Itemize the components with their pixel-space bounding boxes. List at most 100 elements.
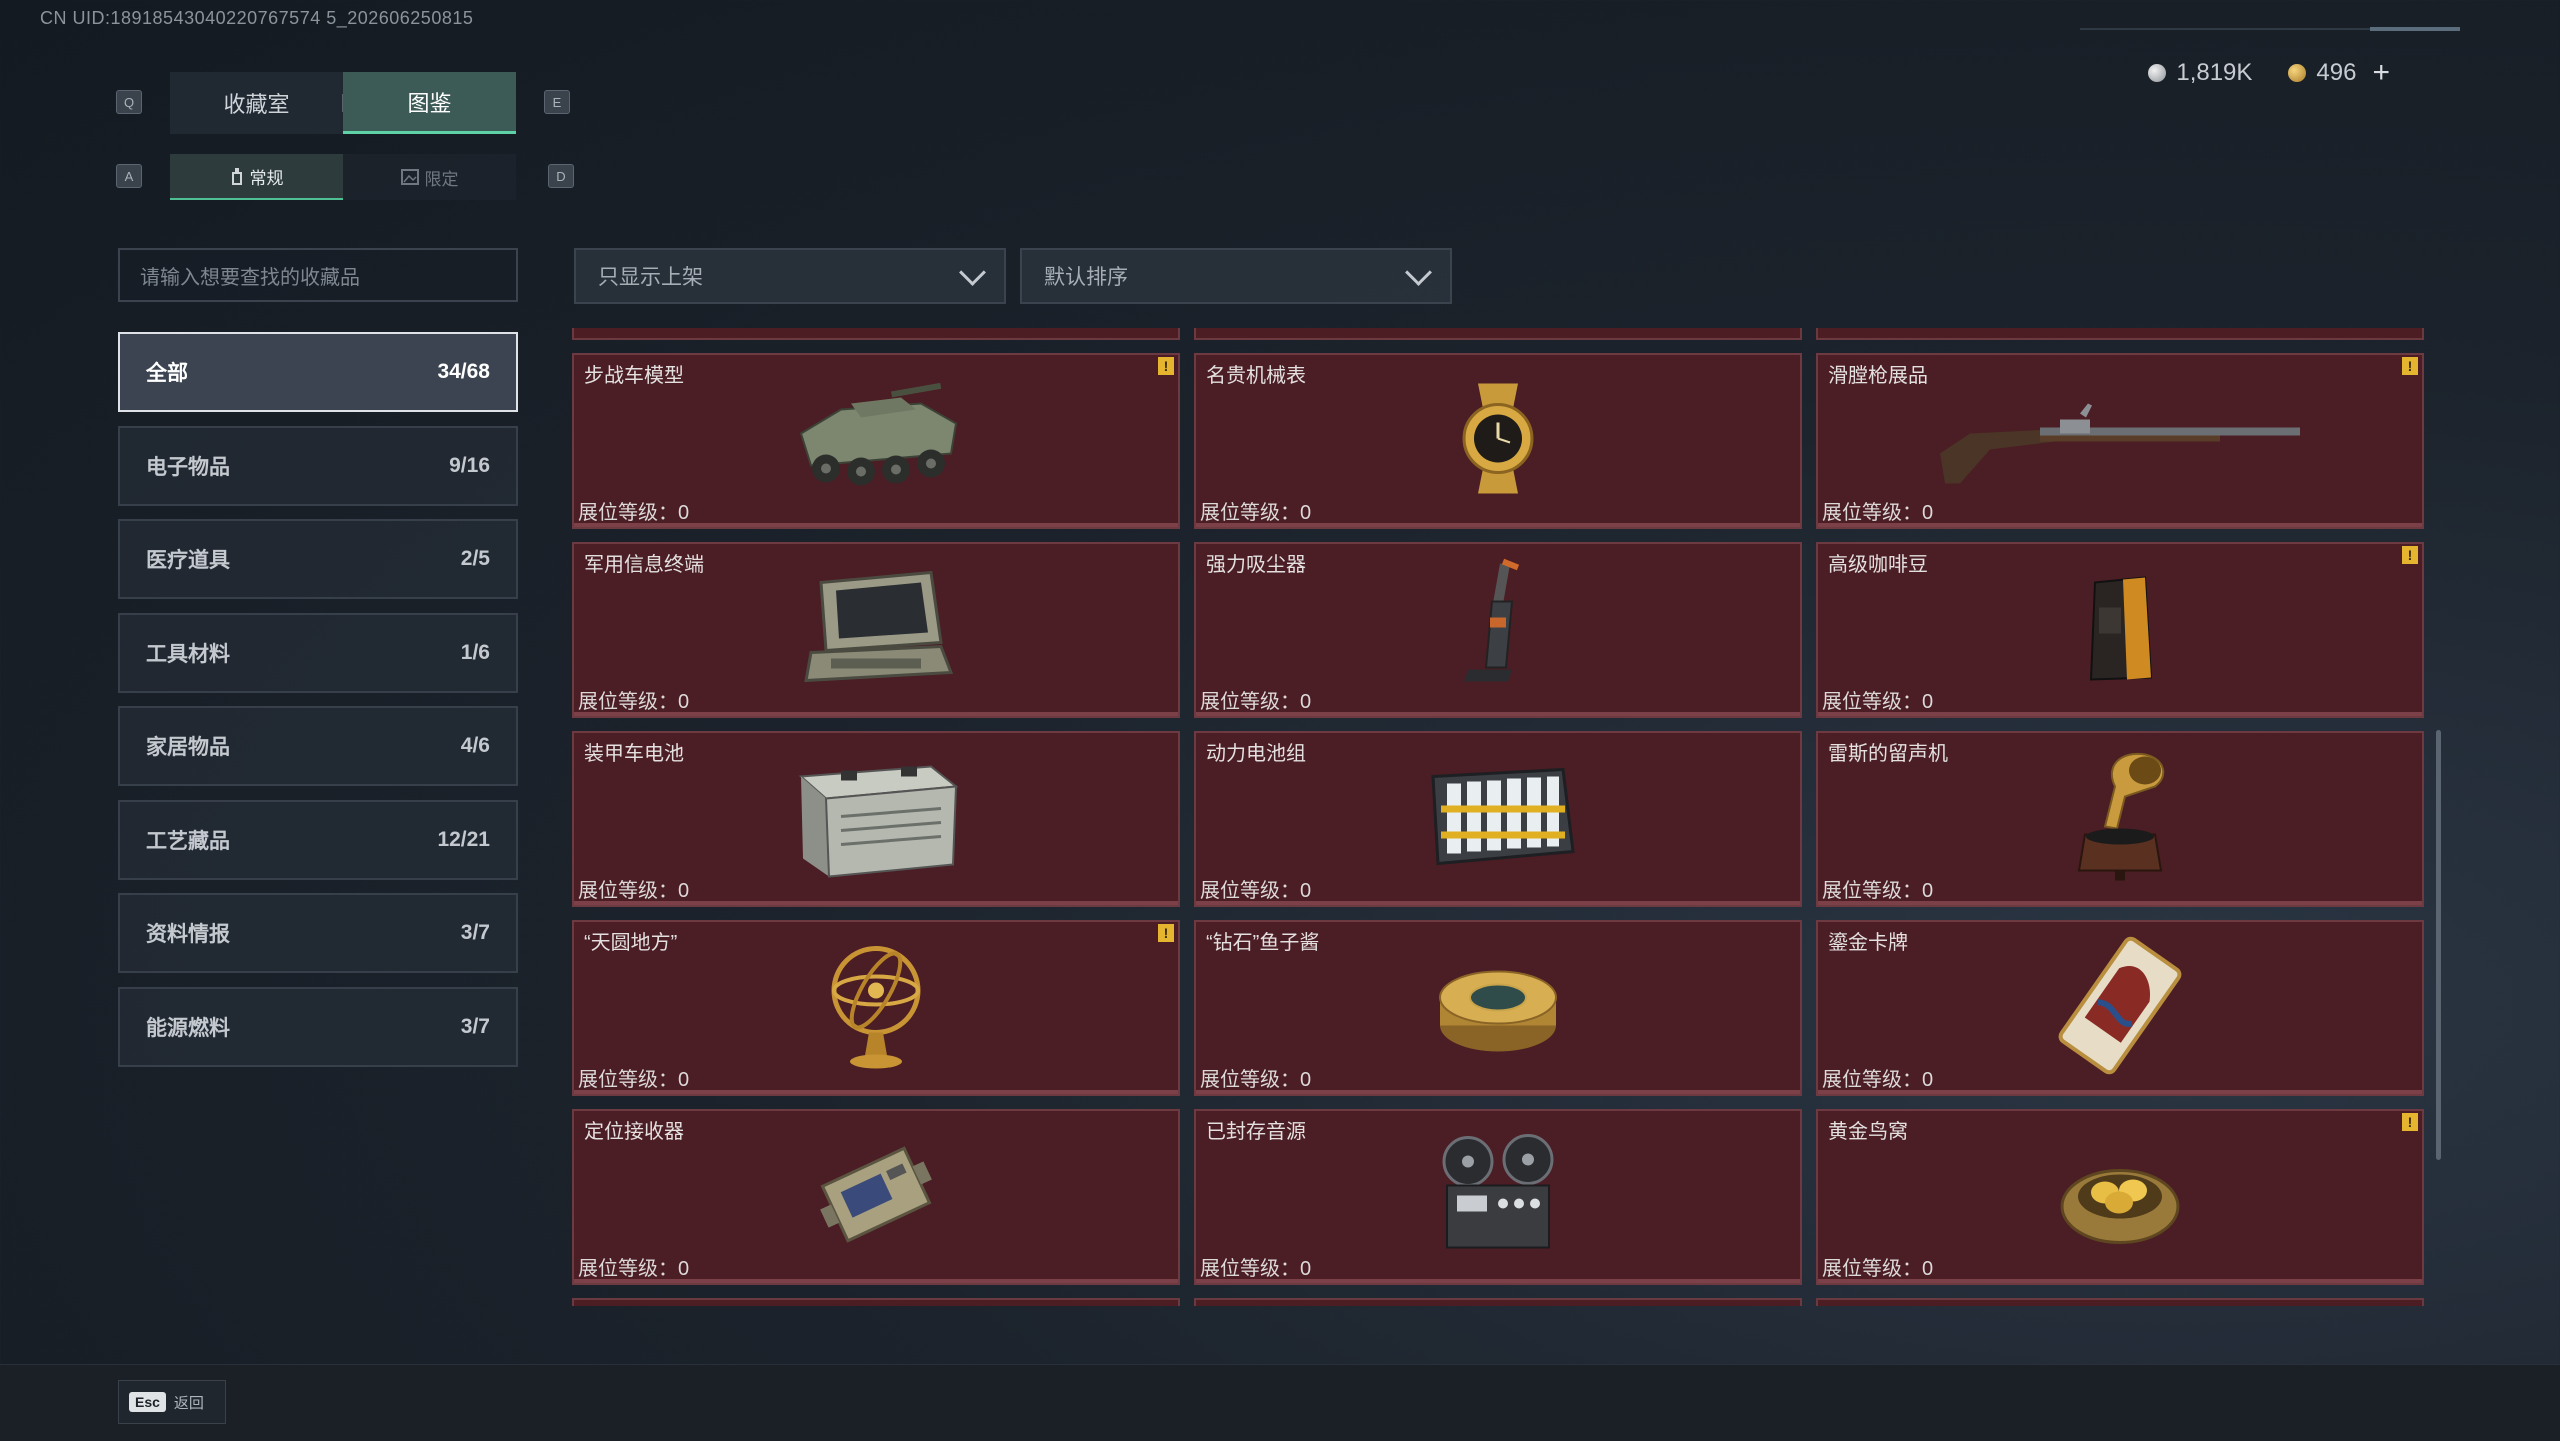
- item-card[interactable]: 步战车模型! 展位等级：0: [572, 353, 1180, 529]
- item-card-partial[interactable]: [572, 1298, 1180, 1306]
- item-card[interactable]: 装甲车电池 展位等级：0: [572, 731, 1180, 907]
- add-currency-button[interactable]: +: [2372, 56, 2390, 90]
- item-level-value: 0: [678, 691, 690, 713]
- item-name: 雷斯的留声机: [1828, 743, 1948, 765]
- silver-coin-icon: [2148, 64, 2167, 82]
- musket-icon: [1930, 384, 2310, 499]
- subtab-regular-label: 常规: [249, 168, 284, 188]
- golden-nest-icon: [2055, 1135, 2185, 1260]
- category-item-energy[interactable]: 能源燃料 3/7: [118, 986, 518, 1067]
- item-level-value: 0: [678, 1069, 690, 1091]
- item-level-label: 展位等级：: [1200, 880, 1300, 902]
- tab-collection-room[interactable]: 收藏室: [170, 72, 343, 134]
- item-card[interactable]: “天圆地方”! 展位等级：0: [572, 920, 1180, 1096]
- battery-icon: [781, 747, 971, 892]
- category-label: 医疗道具: [146, 549, 230, 572]
- item-card[interactable]: 高级咖啡豆! 展位等级：0: [1816, 542, 2424, 718]
- item-name: 黄金鸟窝: [1828, 1121, 1908, 1143]
- item-card[interactable]: 定位接收器 展位等级：0: [572, 1109, 1180, 1285]
- item-level-label: 展位等级：: [1822, 1069, 1922, 1091]
- item-name: 名贵机械表: [1206, 365, 1306, 387]
- category-label: 工艺藏品: [146, 829, 230, 853]
- key-q-hint: Q: [116, 90, 142, 114]
- item-level-value: 0: [1922, 880, 1934, 902]
- category-count: 2/5: [460, 547, 490, 570]
- category-item-crafts[interactable]: 工艺藏品 12/21: [118, 799, 518, 880]
- item-level: 展位等级：0: [1200, 685, 1311, 714]
- item-name: 滑膛枪展品: [1828, 365, 1928, 387]
- main-tabs: 收藏室 图鉴: [170, 72, 516, 134]
- subtab-limited-label: 限定: [424, 169, 459, 189]
- category-label: 工具材料: [146, 642, 230, 666]
- category-item-household[interactable]: 家居物品 4/6: [118, 706, 518, 786]
- item-level-label: 展位等级：: [1200, 1258, 1300, 1280]
- category-item-electronics[interactable]: 电子物品 9/16: [118, 425, 518, 506]
- reel-recorder-icon: [1433, 1130, 1563, 1265]
- item-level-label: 展位等级：: [578, 1069, 678, 1091]
- back-label: 返回: [173, 1394, 204, 1412]
- chevron-down-icon: [959, 258, 986, 286]
- item-card-partial[interactable]: [572, 328, 1180, 340]
- search-input[interactable]: 请输入想要查找的收藏品: [118, 248, 518, 302]
- filter-value: 只显示上架: [598, 266, 703, 289]
- caviar-tin-icon: [1433, 946, 1563, 1071]
- category-count: 34/68: [437, 360, 490, 383]
- item-name: 动力电池组: [1206, 743, 1306, 765]
- item-level-label: 展位等级：: [1200, 502, 1300, 524]
- item-level-label: 展位等级：: [578, 880, 678, 902]
- category-item-intel[interactable]: 资料情报 3/7: [118, 893, 518, 973]
- item-card[interactable]: 雷斯的留声机展位等级：0: [1816, 731, 2424, 907]
- tab-catalog[interactable]: 图鉴: [343, 72, 516, 134]
- item-card[interactable]: 鎏金卡牌 展位等级：0: [1816, 920, 2424, 1096]
- item-card[interactable]: 强力吸尘器 展位等级：0: [1194, 542, 1802, 718]
- item-card[interactable]: 军用信息终端展位等级：0: [572, 542, 1180, 718]
- item-card-partial[interactable]: [1194, 328, 1802, 340]
- back-button[interactable]: Esc 返回: [118, 1380, 226, 1424]
- category-count: 1/6: [460, 640, 490, 664]
- battery-pack-icon: [1413, 752, 1583, 887]
- item-level: 展位等级：0: [578, 496, 689, 525]
- item-card[interactable]: 动力电池组 展位等级：0: [1194, 731, 1802, 907]
- item-level: 展位等级：0: [578, 1252, 689, 1281]
- item-card[interactable]: 名贵机械表 展位等级：0: [1194, 353, 1802, 529]
- item-level-value: 0: [678, 502, 690, 524]
- footer-bar: [0, 1364, 2560, 1441]
- item-card-partial[interactable]: [1816, 328, 2424, 340]
- item-level-label: 展位等级：: [1822, 1258, 1922, 1280]
- item-card-partial[interactable]: [1194, 1298, 1802, 1306]
- subtab-limited[interactable]: 限定: [343, 154, 516, 200]
- category-label: 电子物品: [146, 455, 230, 479]
- item-name: 军用信息终端: [584, 554, 704, 576]
- item-card[interactable]: 滑膛枪展品! 展位等级：0: [1816, 353, 2424, 529]
- item-card[interactable]: 已封存音源 展位等级：0: [1194, 1109, 1802, 1285]
- item-card-partial[interactable]: [1816, 1298, 2424, 1306]
- gold-currency[interactable]: 496 +: [2288, 56, 2390, 90]
- item-level-label: 展位等级：: [1822, 880, 1922, 902]
- item-card[interactable]: 黄金鸟窝! 展位等级：0: [1816, 1109, 2424, 1285]
- category-item-tools[interactable]: 工具材料 1/6: [118, 612, 518, 693]
- item-level: 展位等级：0: [1822, 685, 1933, 714]
- item-level: 展位等级：0: [578, 874, 689, 903]
- sub-tabs: 常规 限定: [170, 154, 516, 200]
- category-count: 3/7: [460, 1014, 490, 1038]
- esc-key-hint: Esc: [129, 1392, 166, 1412]
- category-item-medical[interactable]: 医疗道具 2/5: [118, 519, 518, 599]
- category-count: 12/21: [437, 827, 490, 851]
- item-level-value: 0: [678, 1258, 690, 1280]
- subtab-regular[interactable]: 常规: [170, 154, 343, 200]
- item-level-label: 展位等级：: [1822, 691, 1922, 713]
- grid-scrollbar[interactable]: [2436, 730, 2441, 1160]
- category-label: 家居物品: [146, 736, 230, 759]
- item-card[interactable]: “钻石”鱼子酱 展位等级：0: [1194, 920, 1802, 1096]
- item-level-value: 0: [1300, 691, 1312, 713]
- filter-dropdown[interactable]: 只显示上架: [574, 248, 1006, 304]
- category-count: 4/6: [460, 734, 490, 757]
- item-grid-viewport[interactable]: 步战车模型! 展位等级：0 名贵机械表 展位等级：0 滑膛枪展品! 展位等级：0 军用信息终…: [572, 328, 2424, 1306]
- chevron-down-icon: [1405, 258, 1432, 286]
- category-item-all[interactable]: 全部 34/68: [118, 332, 518, 412]
- item-level-label: 展位等级：: [578, 1258, 678, 1280]
- silver-amount: 1,819K: [2176, 59, 2253, 86]
- category-count: 3/7: [460, 921, 490, 944]
- sort-dropdown[interactable]: 默认排序: [1020, 248, 1452, 304]
- item-level: 展位等级：0: [578, 685, 689, 714]
